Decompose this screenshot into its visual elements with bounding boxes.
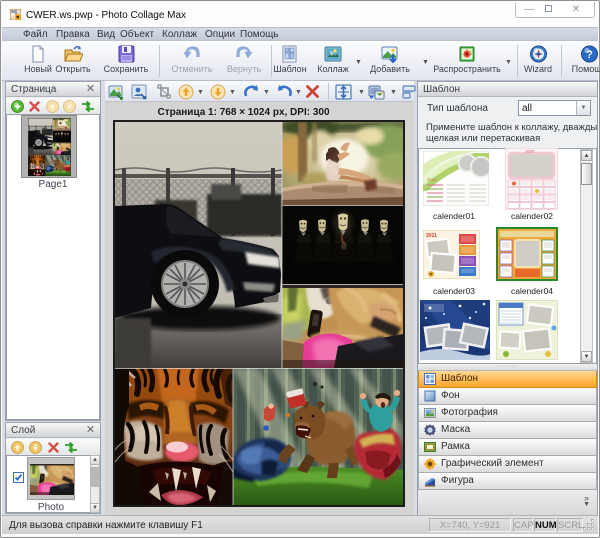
svg-text:2011: 2011	[426, 233, 437, 239]
svg-text:?: ?	[586, 49, 593, 61]
svg-text:2014: 2014	[427, 177, 437, 182]
svg-text:2009: 2009	[525, 149, 535, 154]
